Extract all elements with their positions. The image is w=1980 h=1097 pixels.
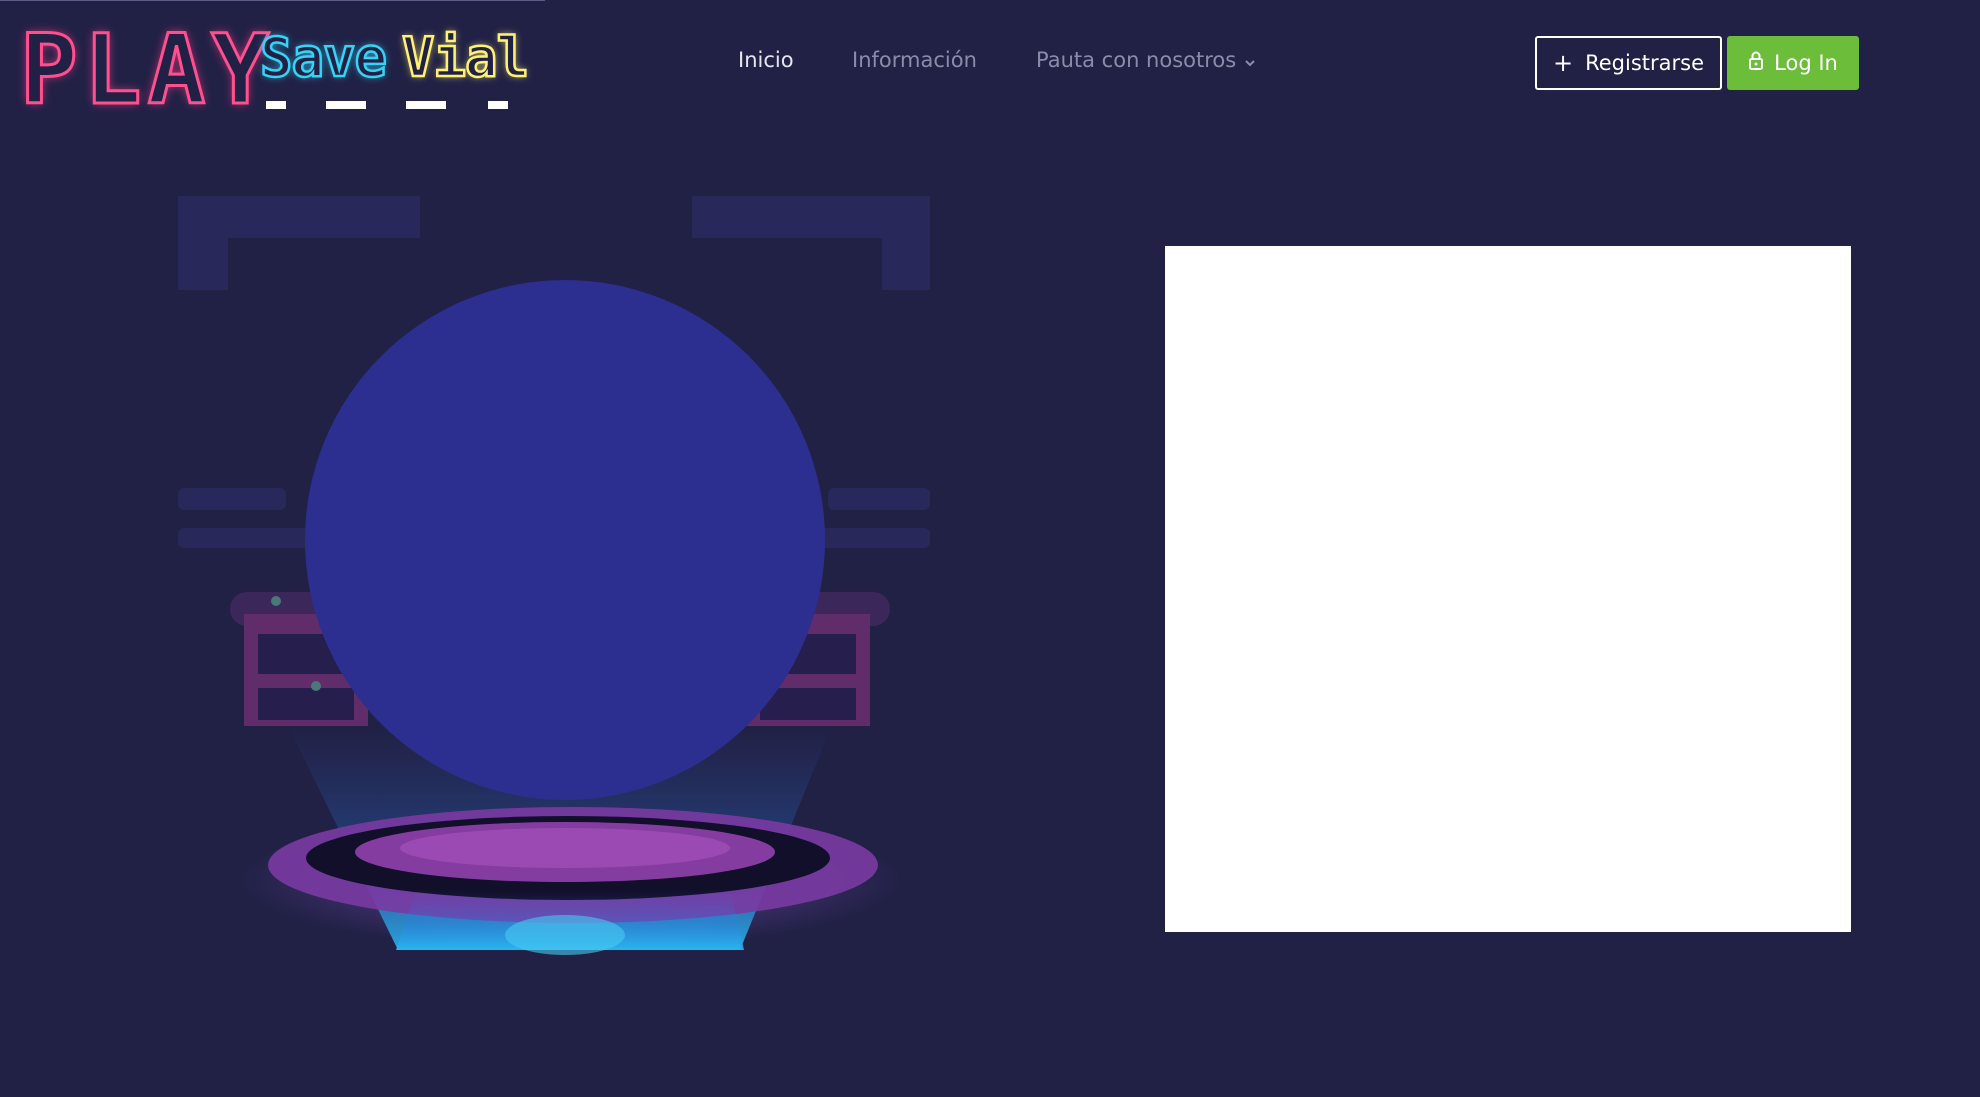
lock-icon [1748, 51, 1764, 76]
login-button[interactable]: Log In [1727, 36, 1859, 90]
logo-dash [266, 101, 286, 109]
logo-save-text: Save [259, 26, 389, 89]
logo[interactable]: PLAY Save Vial [18, 14, 530, 126]
nav-inicio[interactable]: Inicio [738, 48, 794, 72]
nav-pauta-con-nosotros[interactable]: Pauta con nosotros [1036, 48, 1256, 73]
nav-pauta-label: Pauta con nosotros [1036, 48, 1237, 72]
register-label: Registrarse [1585, 51, 1704, 75]
logo-vial-text: Vial [401, 26, 531, 89]
content-panel [1165, 246, 1851, 932]
page: PLAY Save Vial Inicio Información Pauta … [0, 0, 1980, 1097]
plus-icon: + [1552, 49, 1574, 77]
logo-dash [326, 101, 366, 109]
top-divider [0, 0, 545, 1]
nav-informacion[interactable]: Información [852, 48, 977, 72]
chevron-down-icon [1244, 49, 1256, 73]
login-label: Log In [1774, 51, 1838, 75]
logo-dash [488, 101, 508, 109]
register-button[interactable]: + Registrarse [1535, 36, 1722, 90]
logo-dash [406, 101, 446, 109]
logo-play-text: PLAY [18, 14, 276, 126]
hero-illustration [170, 190, 940, 960]
